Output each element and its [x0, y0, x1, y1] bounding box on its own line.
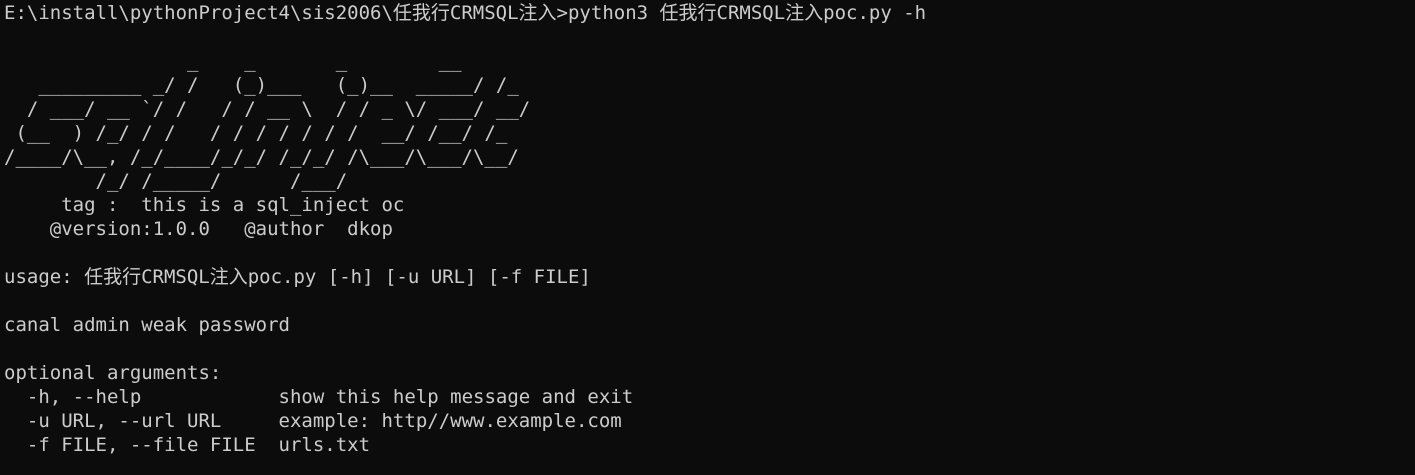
banner-line: /____/\__, /_/____/_/_/ /_/_/ /\___/\___… — [4, 146, 519, 168]
option-flag: -u URL, --url URL — [4, 410, 279, 432]
banner-line: _ _ _ __ — [4, 50, 462, 72]
banner-line: / ___/ __ `/ / / / __ \ / / _ \/ ___/ __… — [4, 98, 531, 120]
option-help: urls.txt — [278, 434, 371, 456]
banner-line: /_/ /_____/ /___/ — [4, 170, 348, 192]
option-row-help: -h, --help show this help message and ex… — [4, 385, 1415, 409]
option-row-file: -f FILE, --file FILE urls.txt — [4, 433, 1415, 457]
option-flag: -h, --help — [4, 386, 279, 408]
option-help: example: http//www.example.com — [278, 410, 622, 432]
command-prompt-line: E:\install\pythonProject4\sis2006\任我行CRM… — [4, 2, 927, 24]
optional-arguments-header: optional arguments: — [4, 362, 222, 384]
terminal-window[interactable]: E:\install\pythonProject4\sis2006\任我行CRM… — [0, 0, 1415, 475]
version-line: @version:1.0.0 @author dkop — [4, 218, 393, 240]
banner-line: _________ _/ / (_)___ (_)__ _____/ /_ — [4, 74, 519, 96]
banner-line: (__ ) /_/ / / / / / / / / / __/ /__/ /_ — [4, 122, 508, 144]
option-row-url: -u URL, --url URL example: http//www.exa… — [4, 409, 1415, 433]
tag-line: tag : this is a sql_inject oc — [4, 194, 405, 216]
description-line: canal admin weak password — [4, 314, 290, 336]
usage-line: usage: 任我行CRMSQL注入poc.py [-h] [-u URL] [… — [4, 266, 591, 288]
option-help: show this help message and exit — [278, 386, 634, 408]
ascii-banner: _ _ _ __ _________ _/ / (_)___ (_)__ ___… — [4, 49, 1415, 193]
option-flag: -f FILE, --file FILE — [4, 434, 279, 456]
